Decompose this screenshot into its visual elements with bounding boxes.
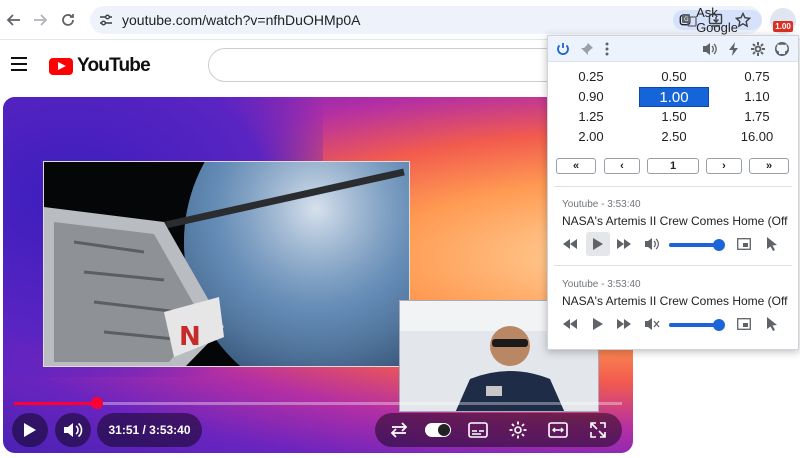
speed-controller-popup: 0.25 0.50 0.75 0.90 1.00 1.10 1.25 1.50 1.75 2.00…: [547, 35, 799, 350]
media-play-icon: [593, 318, 603, 330]
autoplay-toggle[interactable]: [425, 423, 451, 437]
speed-option[interactable]: 1.50: [639, 107, 709, 127]
popup-volume-icon[interactable]: [701, 40, 719, 58]
speed-option[interactable]: 1.00: [639, 87, 709, 107]
speed-option[interactable]: 16.00: [722, 127, 792, 147]
youtube-play-icon: [49, 57, 73, 75]
time-display: 31:51 / 3:53:40: [97, 413, 202, 447]
progress-scrubber[interactable]: [90, 397, 103, 409]
volume-knob[interactable]: [713, 239, 726, 251]
fast-forward-icon[interactable]: [614, 314, 634, 334]
svg-text:N: N: [179, 322, 201, 352]
url-text: youtube.com/watch?v=nfhDuOHMp0A: [122, 12, 361, 28]
fullscreen-icon[interactable]: [588, 420, 608, 440]
speed-extension-icon[interactable]: 1.00: [770, 8, 796, 34]
speed-option[interactable]: 1.25: [556, 107, 626, 127]
power-icon[interactable]: [554, 40, 572, 58]
media-title: NASA's Artemis II Crew Comes Home (Off: [562, 294, 788, 308]
media-source: Youtube - 3:53:40: [562, 279, 641, 290]
media-volume-slider[interactable]: [669, 319, 726, 331]
back-arrow-icon[interactable]: [4, 10, 24, 30]
media-item: Youtube - 3:53:40 NASA's Artemis II Crew…: [548, 199, 798, 269]
github-icon[interactable]: [773, 40, 791, 58]
pager-first-button[interactable]: «: [556, 158, 596, 174]
popup-toolbar: [548, 36, 798, 62]
volume-fill: [669, 323, 720, 327]
youtube-wordmark: YouTube: [77, 55, 151, 76]
time-text: 31:51 / 3:53:40: [108, 423, 191, 437]
speed-option[interactable]: 1.75: [722, 107, 792, 127]
lightning-icon[interactable]: [725, 40, 743, 58]
video-progress-bar[interactable]: [14, 397, 622, 409]
speed-option[interactable]: 0.75: [722, 67, 792, 87]
settings-gear-icon[interactable]: [508, 420, 528, 440]
picture-in-picture-icon[interactable]: [734, 314, 754, 334]
install-app-icon[interactable]: [707, 11, 725, 29]
browser-toolbar: youtube.com/watch?v=nfhDuOHMp0A Ask Goog…: [0, 0, 800, 40]
picture-in-picture-icon[interactable]: [734, 234, 754, 254]
more-vertical-icon[interactable]: [598, 40, 616, 58]
speed-option[interactable]: 0.90: [556, 87, 626, 107]
pager-prev-button[interactable]: ‹: [604, 158, 640, 174]
play-button[interactable]: [12, 413, 48, 447]
pager-page-input[interactable]: 1: [647, 158, 699, 174]
translate-icon[interactable]: G: [680, 11, 698, 29]
youtube-logo[interactable]: YouTube: [49, 55, 151, 77]
cursor-pointer-icon[interactable]: [762, 234, 782, 254]
rewind-icon[interactable]: [560, 234, 580, 254]
address-bar[interactable]: youtube.com/watch?v=nfhDuOHMp0A Ask Goog…: [90, 5, 762, 35]
video-frame-earth: N: [43, 161, 410, 367]
speed-option[interactable]: 0.25: [556, 67, 626, 87]
media-volume-icon[interactable]: [642, 234, 662, 254]
youtube-search-input[interactable]: [208, 48, 588, 82]
speed-option[interactable]: 2.50: [639, 127, 709, 147]
bookmark-star-icon[interactable]: [734, 11, 752, 29]
svg-text:G: G: [684, 16, 689, 23]
menu-icon[interactable]: [11, 57, 27, 71]
media-volume-slider[interactable]: [669, 239, 726, 251]
pin-icon[interactable]: [578, 40, 596, 58]
extension-badge: 1.00: [773, 21, 793, 32]
volume-icon: [64, 422, 83, 438]
theater-mode-icon[interactable]: [548, 420, 568, 440]
speed-option[interactable]: 2.00: [556, 127, 626, 147]
volume-knob[interactable]: [713, 319, 726, 331]
pager-last-button[interactable]: »: [749, 158, 789, 174]
player-right-controls: [375, 413, 622, 447]
media-play-icon: [593, 238, 603, 250]
speed-option[interactable]: 0.50: [639, 67, 709, 87]
forward-arrow-icon[interactable]: [30, 10, 50, 30]
popup-settings-gear-icon[interactable]: [749, 40, 767, 58]
play-icon: [24, 423, 36, 437]
progress-played: [14, 402, 97, 405]
volume-fill: [669, 243, 720, 247]
popup-divider: [554, 265, 792, 266]
reload-icon[interactable]: [58, 10, 78, 30]
media-play-button[interactable]: [588, 314, 608, 334]
popup-divider: [554, 186, 792, 187]
rewind-icon[interactable]: [560, 314, 580, 334]
muted-volume-icon[interactable]: [642, 314, 662, 334]
fast-forward-icon[interactable]: [614, 234, 634, 254]
volume-button[interactable]: [55, 413, 91, 447]
subtitles-icon[interactable]: [468, 420, 488, 440]
media-title: NASA's Artemis II Crew Comes Home (Off: [562, 214, 788, 228]
cursor-pointer-icon[interactable]: [762, 314, 782, 334]
pager-next-button[interactable]: ›: [706, 158, 742, 174]
speed-option[interactable]: 1.10: [722, 87, 792, 107]
media-item: Youtube - 3:53:40 NASA's Artemis II Crew…: [548, 279, 798, 349]
site-settings-icon[interactable]: [98, 12, 114, 33]
loop-icon[interactable]: [389, 420, 409, 440]
media-play-button[interactable]: [586, 232, 610, 256]
media-source: Youtube - 3:53:40: [562, 199, 641, 210]
